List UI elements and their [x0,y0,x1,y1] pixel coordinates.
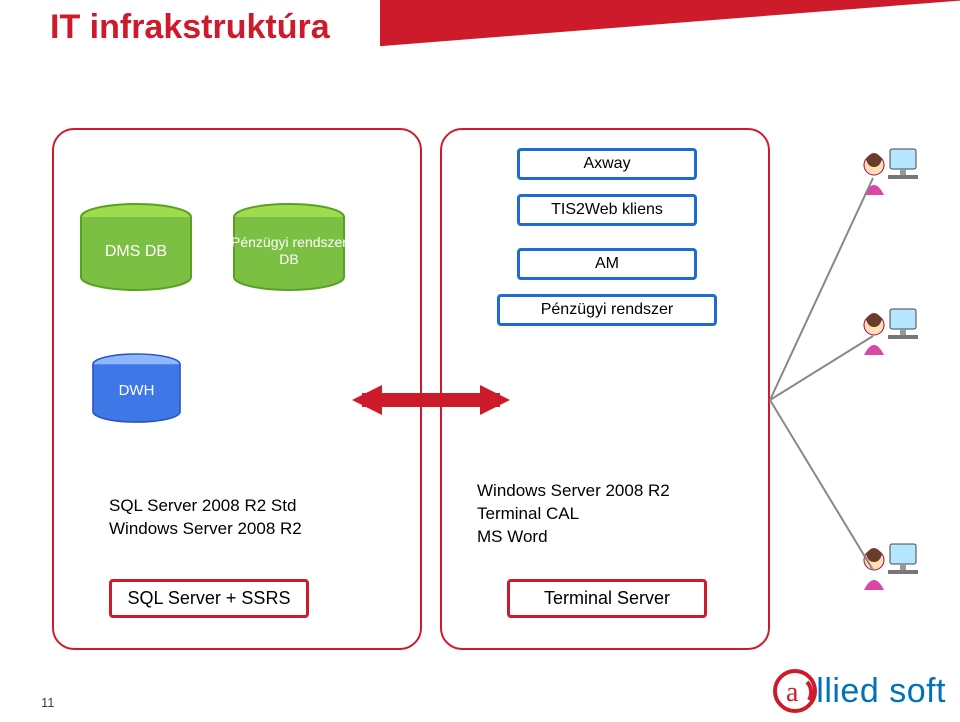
sql-line1: SQL Server 2008 R2 Std [109,495,302,518]
db-cylinder-dms: DMS DB [76,202,196,302]
right-terminal-panel: Axway TIS2Web kliens AM Pénzügyi rendsze… [440,128,770,650]
penzugyi-box: Pénzügyi rendszer [497,294,717,326]
win-line3: MS Word [477,526,670,549]
win-line2: Terminal CAL [477,503,670,526]
sql-ssrs-box: SQL Server + SSRS [109,579,309,618]
svg-text:a: a [786,677,799,708]
db-dms-label: DMS DB [76,242,196,261]
user-icon-top [858,145,920,205]
db-cylinder-fin: Pénzügyi rendszer DB [229,202,349,302]
user-icon-middle [858,305,920,365]
sql-line2: Windows Server 2008 R2 [109,518,302,541]
db-cylinder-dwh: DWH [89,352,184,432]
sql-server-text: SQL Server 2008 R2 Std Windows Server 20… [109,495,302,541]
logo-text: llied soft [816,672,946,711]
header-red-band [370,0,960,112]
axway-box: Axway [517,148,697,180]
terminal-server-box: Terminal Server [507,579,707,618]
am-box: AM [517,248,697,280]
db-fin-label: Pénzügyi rendszer DB [229,234,349,268]
db-dwh-label: DWH [89,382,184,400]
left-server-panel: DMS DB Pénzügyi rendszer DB DWH SQL Serv… [52,128,422,650]
tis2web-box: TIS2Web kliens [517,194,697,226]
allied-soft-logo: a llied soft [772,668,946,714]
user-icon-bottom [858,540,920,600]
page-title: IT infrakstruktúra [0,0,380,65]
page-number: 11 [41,695,55,710]
win-line1: Windows Server 2008 R2 [477,480,670,503]
windows-server-text: Windows Server 2008 R2 Terminal CAL MS W… [477,480,670,549]
